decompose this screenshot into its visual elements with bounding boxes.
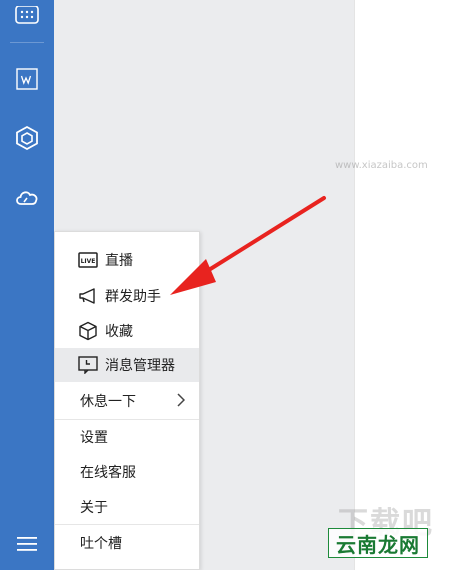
annotation-arrow <box>170 196 326 295</box>
watermark-logo: 云南龙网 <box>328 528 428 558</box>
